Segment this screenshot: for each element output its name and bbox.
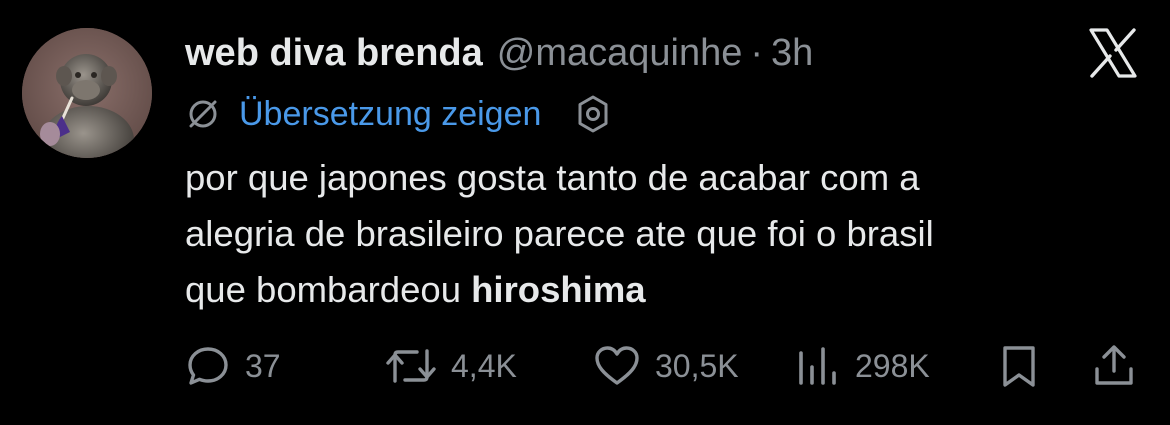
avatar-image [22, 28, 152, 158]
repost-count: 4,4K [451, 347, 517, 384]
action-bar: 37 4,4K 30,5K 298K [185, 340, 1145, 392]
tweet-text-line-2: alegria de brasileiro parece ate que foi… [185, 213, 934, 254]
views-button[interactable]: 298K [795, 340, 930, 392]
tweet-text-line-3: que bombardeou [185, 269, 472, 310]
separator-dot: · [750, 31, 764, 74]
gear-icon[interactable] [573, 94, 613, 134]
like-count: 30,5K [655, 347, 739, 384]
like-button[interactable]: 30,5K [593, 340, 739, 392]
timestamp[interactable]: 3h [771, 32, 813, 75]
tweet-text-line-1: por que japones gosta tanto de acabar co… [185, 157, 920, 198]
tweet-header: web diva brenda @macaquinhe · 3h [185, 26, 813, 80]
avatar[interactable] [22, 28, 152, 158]
reply-count: 37 [245, 347, 281, 384]
tweet-text-bold: hiroshima [471, 269, 646, 310]
repost-button[interactable]: 4,4K [385, 340, 517, 392]
tweet-text: por que japones gosta tanto de acabar co… [185, 150, 1145, 318]
bookmark-icon [1003, 346, 1035, 387]
heart-icon [595, 346, 639, 385]
repost-icon [386, 349, 436, 383]
views-count: 298K [855, 347, 930, 384]
views-icon [799, 347, 836, 385]
reply-icon [188, 347, 228, 385]
user-handle[interactable]: @macaquinhe [497, 32, 743, 75]
display-name[interactable]: web diva brenda [185, 32, 483, 75]
translate-row: Übersetzung zeigen [185, 90, 613, 138]
share-button[interactable] [1091, 340, 1137, 392]
x-logo-icon [1089, 28, 1137, 78]
bookmark-button[interactable] [997, 340, 1041, 392]
translate-icon [189, 100, 217, 128]
reply-button[interactable]: 37 [185, 340, 281, 392]
show-translation-link[interactable]: Übersetzung zeigen [239, 95, 541, 134]
share-icon [1095, 345, 1133, 385]
